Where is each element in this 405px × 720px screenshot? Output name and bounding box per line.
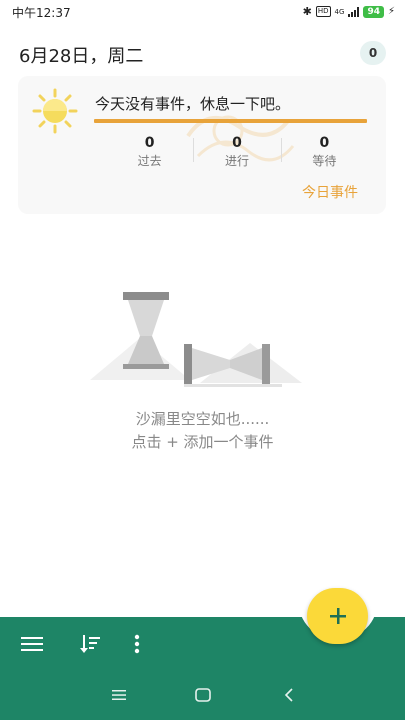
status-time: 中午12:37 <box>12 6 71 20</box>
recent-apps-icon <box>112 690 126 700</box>
status-icons: ✱ HD 4G 94 ⚡ <box>303 5 395 18</box>
sort-button[interactable] <box>76 630 104 658</box>
page-title: 6月28日，周二 <box>19 46 144 67</box>
bluetooth-icon: ✱ <box>302 5 312 18</box>
stats-row: 0 过去 0 进行 0 等待 <box>106 134 368 174</box>
hamburger-icon <box>21 637 43 651</box>
empty-hint: 点击 + 添加一个事件 <box>131 433 274 451</box>
signal-icon <box>348 6 360 17</box>
home-icon <box>195 688 211 702</box>
sun-icon <box>32 88 78 134</box>
nav-back-button[interactable] <box>277 684 301 706</box>
add-event-button[interactable] <box>307 588 368 644</box>
status-bar: 中午12:37 ✱ HD 4G 94 ⚡ <box>0 0 405 24</box>
stat-waiting: 0 等待 <box>280 134 368 174</box>
plus-icon <box>329 608 346 624</box>
stat-value: 0 <box>232 135 242 151</box>
stat-value: 0 <box>319 135 330 151</box>
nav-home-button[interactable] <box>191 684 215 706</box>
today-events-link[interactable]: 今日事件 <box>302 182 358 202</box>
hourglass-icon <box>90 292 302 387</box>
menu-button[interactable] <box>18 630 46 658</box>
more-button[interactable] <box>123 630 151 658</box>
summary-card[interactable]: 今天没有事件，休息一下吧。 0 过去 0 进行 0 等待 今日事件 <box>18 76 386 214</box>
stat-value: 0 <box>144 135 155 151</box>
stat-label: 等待 <box>312 154 337 168</box>
network-type: 4G <box>334 7 345 16</box>
stat-label: 进行 <box>224 154 249 168</box>
back-icon <box>284 688 293 702</box>
empty-message: 沙漏里空空如也...... <box>135 410 270 428</box>
more-vertical-icon <box>134 634 140 654</box>
day-progress-bar <box>94 119 367 123</box>
battery-level: 94 <box>363 5 384 18</box>
charging-icon: ⚡ <box>387 6 395 17</box>
hd-icon: HD <box>315 6 331 17</box>
stat-ongoing: 0 进行 <box>193 134 280 174</box>
stat-past: 0 过去 <box>106 134 193 174</box>
stat-label: 过去 <box>137 154 162 168</box>
sort-icon <box>80 635 100 653</box>
nav-menu-button[interactable] <box>107 684 131 706</box>
card-message: 今天没有事件，休息一下吧。 <box>95 95 291 113</box>
event-count-badge[interactable]: 0 <box>360 41 386 65</box>
